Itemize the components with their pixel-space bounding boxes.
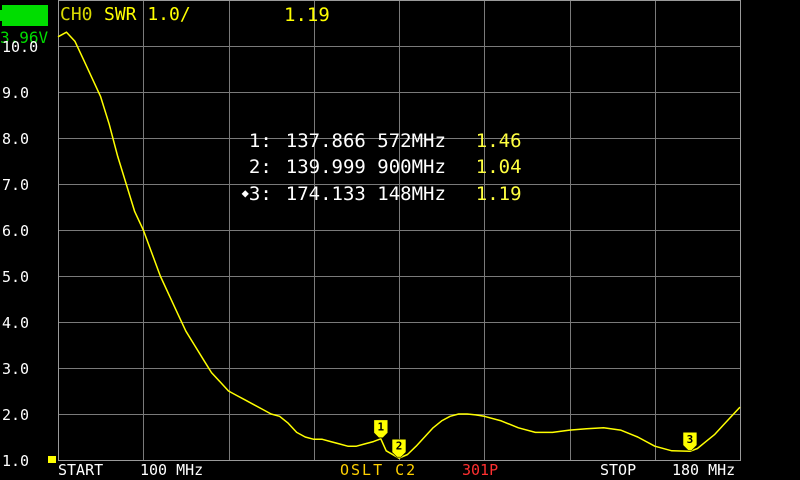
y-tick-label: 6.0 (2, 222, 30, 240)
y-tick-label: 1.0 (2, 452, 30, 470)
marker-frequency: 174.133 148MHz (285, 183, 446, 205)
marker-flag-label: 1 (378, 420, 385, 433)
marker-value: 1.19 (475, 183, 522, 205)
y-tick-label: 9.0 (2, 84, 30, 102)
trace-marker-1[interactable]: 1 (373, 419, 389, 439)
footer-stop-freq[interactable]: 180 MHz (672, 463, 735, 478)
marker-flag-label: 2 (396, 440, 403, 453)
y-tick-label: 2.0 (2, 406, 30, 424)
y-tick-label: 7.0 (2, 176, 30, 194)
y-tick-label: 4.0 (2, 314, 30, 332)
trace-format-label[interactable]: SWR 1.0/ (104, 6, 191, 24)
footer-start-freq[interactable]: 100 MHz (140, 463, 203, 478)
marker-readout-3[interactable]: ◆3: 174.133 148MHz 1.19 (186, 160, 522, 227)
y-tick-label: 10.0 (2, 38, 39, 56)
marker-flag-label: 3 (687, 433, 694, 446)
trace-marker-2[interactable]: 2 (391, 438, 407, 458)
trace-channel-label[interactable]: CH0 (60, 6, 93, 24)
active-marker-icon: ◆ (241, 186, 249, 200)
battery-icon (2, 5, 48, 26)
trace-marker-3[interactable]: 3 (682, 431, 698, 451)
marker-id: ◆3: (241, 183, 272, 205)
nanovna-screen: 123 3.96V CH0 SWR 1.0/ 1.19 10.0 9.0 8.0… (0, 0, 800, 480)
footer-points: 301P (462, 461, 499, 479)
battery-tip (0, 10, 3, 21)
chart-plot-area[interactable]: 12 3 (0, 0, 800, 480)
y-tick-label: 3.0 (2, 360, 30, 378)
y-tick-label: 5.0 (2, 268, 30, 286)
footer-stop-label[interactable]: STOP (600, 463, 636, 478)
reference-level-indicator (48, 456, 56, 463)
y-tick-label: 8.0 (2, 130, 30, 148)
trace-current-value: 1.19 (284, 4, 330, 26)
footer-cal-status: OSLT C2 (340, 461, 418, 479)
footer-start-label[interactable]: START (58, 463, 103, 478)
